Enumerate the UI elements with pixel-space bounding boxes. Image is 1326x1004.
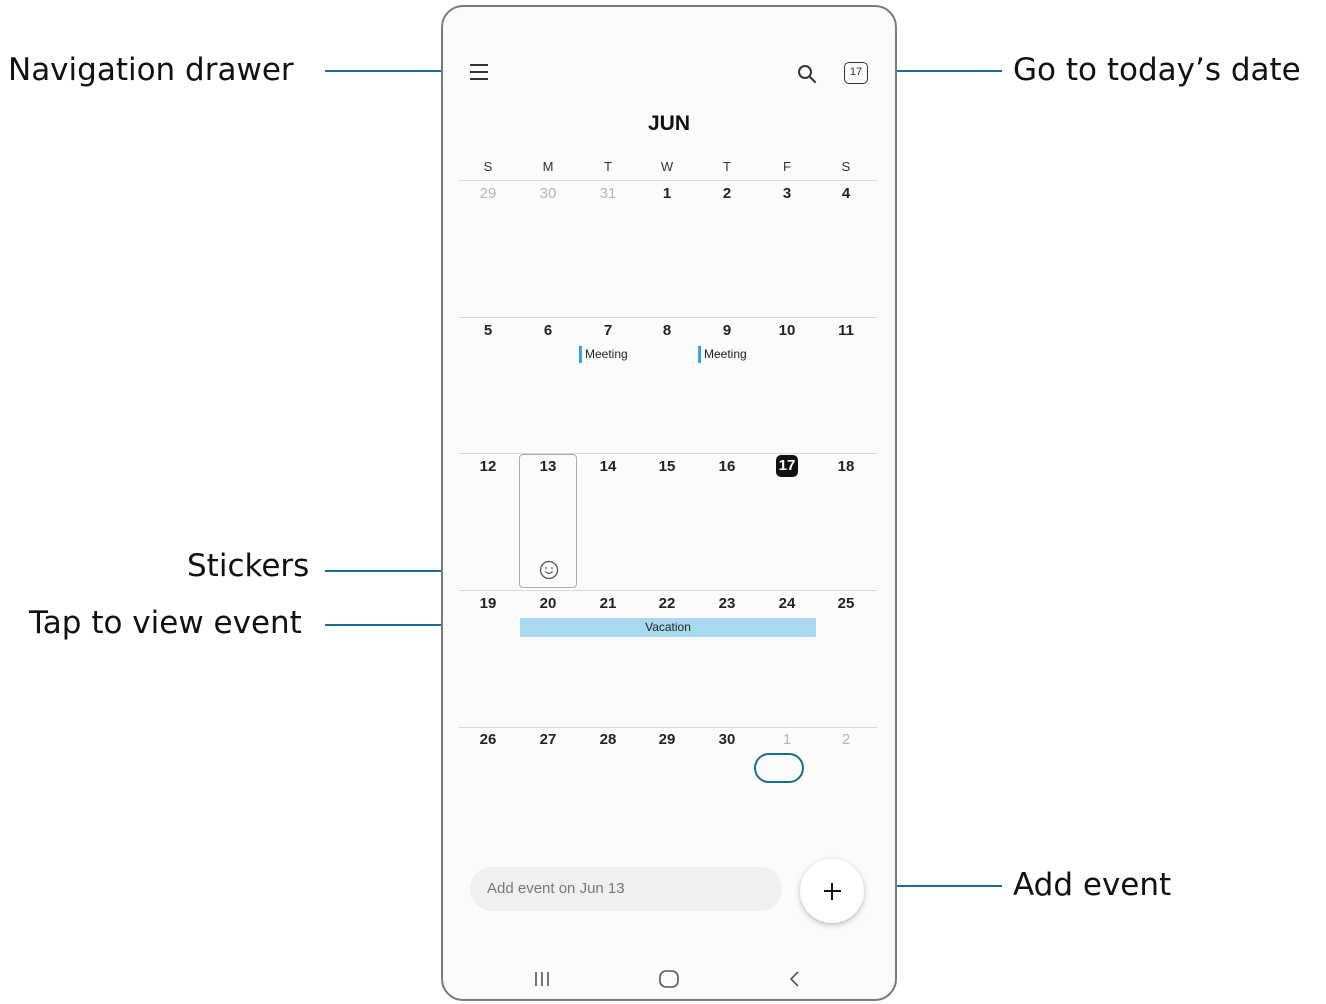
- recents-icon[interactable]: [527, 967, 557, 991]
- smiley-sticker-icon[interactable]: [539, 560, 559, 580]
- home-icon[interactable]: [654, 967, 684, 991]
- calendar-day[interactable]: 1: [637, 185, 697, 202]
- add-event-input[interactable]: Add event on Jun 13: [470, 867, 782, 911]
- calendar-day[interactable]: 1: [757, 731, 817, 748]
- calendar-day[interactable]: 2: [697, 185, 757, 202]
- sticker-placeholder-outline: [754, 753, 804, 783]
- calendar-day[interactable]: 20: [518, 595, 578, 612]
- calendar-day[interactable]: 5: [458, 322, 518, 339]
- calendar-day[interactable]: 15: [637, 458, 697, 475]
- calendar-day[interactable]: 6: [518, 322, 578, 339]
- search-icon[interactable]: [795, 62, 819, 86]
- weekday-label: T: [604, 159, 612, 174]
- weekday-label: F: [783, 159, 791, 174]
- calendar-day[interactable]: 24: [757, 595, 817, 612]
- calendar-day[interactable]: 28: [578, 731, 638, 748]
- weekday-label: T: [723, 159, 731, 174]
- phone-screen: 17 JUN S M T W T F S 29 30 31 1 2 3 4 5 …: [441, 5, 897, 1001]
- calendar-day[interactable]: 13: [518, 458, 578, 475]
- calendar-day[interactable]: 22: [637, 595, 697, 612]
- event-chip[interactable]: Meeting: [698, 346, 747, 363]
- calendar-day[interactable]: 3: [757, 185, 817, 202]
- calendar-day[interactable]: 8: [637, 322, 697, 339]
- calendar-day-today[interactable]: 17: [757, 455, 817, 477]
- menu-icon[interactable]: [470, 64, 488, 80]
- calendar-day[interactable]: 12: [458, 458, 518, 475]
- callout-tap-to-view-event: Tap to view event: [29, 605, 302, 641]
- calendar-day[interactable]: 30: [697, 731, 757, 748]
- vacation-event-bar[interactable]: Vacation: [520, 618, 816, 637]
- calendar-day[interactable]: 27: [518, 731, 578, 748]
- calendar-day[interactable]: 23: [697, 595, 757, 612]
- calendar-day[interactable]: 19: [458, 595, 518, 612]
- calendar-day[interactable]: 18: [816, 458, 876, 475]
- calendar-day[interactable]: 2: [816, 731, 876, 748]
- callout-navigation-drawer: Navigation drawer: [8, 52, 294, 88]
- week-divider: [459, 590, 877, 591]
- plus-icon-stroke: [831, 883, 833, 900]
- event-chip[interactable]: Meeting: [579, 346, 628, 363]
- callout-stickers: Stickers: [187, 548, 310, 584]
- calendar-day[interactable]: 11: [816, 322, 876, 339]
- callout-go-to-today: Go to today’s date: [1013, 52, 1301, 88]
- today-marker: 17: [776, 455, 798, 477]
- calendar-day[interactable]: 14: [578, 458, 638, 475]
- weekday-label: S: [841, 159, 851, 174]
- week-divider: [459, 180, 877, 181]
- calendar-day[interactable]: 25: [816, 595, 876, 612]
- calendar-day[interactable]: 10: [757, 322, 817, 339]
- week-divider: [459, 727, 877, 728]
- callout-add-event: Add event: [1013, 867, 1172, 903]
- back-icon[interactable]: [780, 967, 810, 991]
- calendar-day[interactable]: 29: [637, 731, 697, 748]
- weekday-label: W: [660, 159, 674, 174]
- calendar-day[interactable]: 29: [458, 185, 518, 202]
- month-title: JUN: [647, 112, 690, 135]
- calendar-day[interactable]: 26: [458, 731, 518, 748]
- calendar-day[interactable]: 7: [578, 322, 638, 339]
- calendar-day[interactable]: 21: [578, 595, 638, 612]
- calendar-day[interactable]: 16: [697, 458, 757, 475]
- weekday-label: S: [483, 159, 493, 174]
- callout-line-navigation-drawer: [325, 70, 460, 72]
- calendar-day[interactable]: 30: [518, 185, 578, 202]
- add-event-button[interactable]: [800, 859, 864, 923]
- calendar-day[interactable]: 31: [578, 185, 638, 202]
- calendar-today-icon[interactable]: 17: [844, 62, 868, 84]
- week-divider: [459, 317, 877, 318]
- weekday-label: M: [542, 159, 554, 174]
- calendar-day[interactable]: 4: [816, 185, 876, 202]
- calendar-day[interactable]: 9: [697, 322, 757, 339]
